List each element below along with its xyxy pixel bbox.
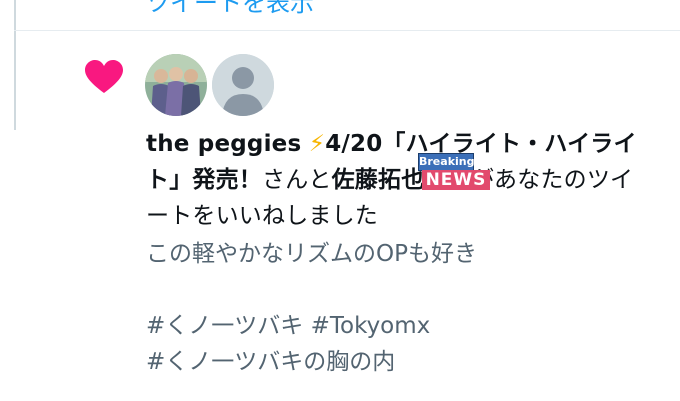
other-user-name[interactable]: 佐藤拓也 bbox=[332, 167, 425, 193]
show-tweet-link[interactable]: ツイートを表示 bbox=[146, 0, 314, 18]
tweet-content[interactable]: この軽やかなリズムのOPも好き #くノ一ツバキ #Tokyomx #くノ一ツバキ… bbox=[146, 236, 666, 380]
notification-screen: ツイートを表示 the peggies ⚡4/20「ハイライト・ハイライト」発売… bbox=[0, 0, 680, 401]
divider bbox=[14, 30, 680, 31]
tweet-hashtags[interactable]: #くノ一ツバキ #Tokyomx bbox=[146, 308, 666, 344]
panel-edge bbox=[0, 0, 16, 130]
default-profile-icon bbox=[212, 54, 274, 116]
tweet-line: この軽やかなリズムのOPも好き bbox=[146, 241, 477, 267]
news-label: NEWS bbox=[422, 170, 490, 190]
like-notification-text: the peggies ⚡4/20「ハイライト・ハイライト」発売！さんと佐藤拓也… bbox=[146, 126, 656, 234]
avatar-default-user[interactable] bbox=[212, 54, 274, 116]
group-photo-icon bbox=[145, 54, 207, 116]
heart-icon bbox=[85, 60, 123, 93]
lightning-icon: ⚡ bbox=[308, 131, 326, 157]
connector-text: さんと bbox=[262, 167, 332, 193]
user-name[interactable]: the peggies bbox=[146, 131, 301, 157]
breaking-news-sticker: Breaking NEWS bbox=[418, 153, 492, 192]
avatar-the-peggies[interactable] bbox=[145, 54, 207, 116]
tweet-hashtag[interactable]: #くノ一ツバキの胸の内 bbox=[146, 344, 666, 380]
breaking-label: Breaking bbox=[418, 153, 474, 171]
